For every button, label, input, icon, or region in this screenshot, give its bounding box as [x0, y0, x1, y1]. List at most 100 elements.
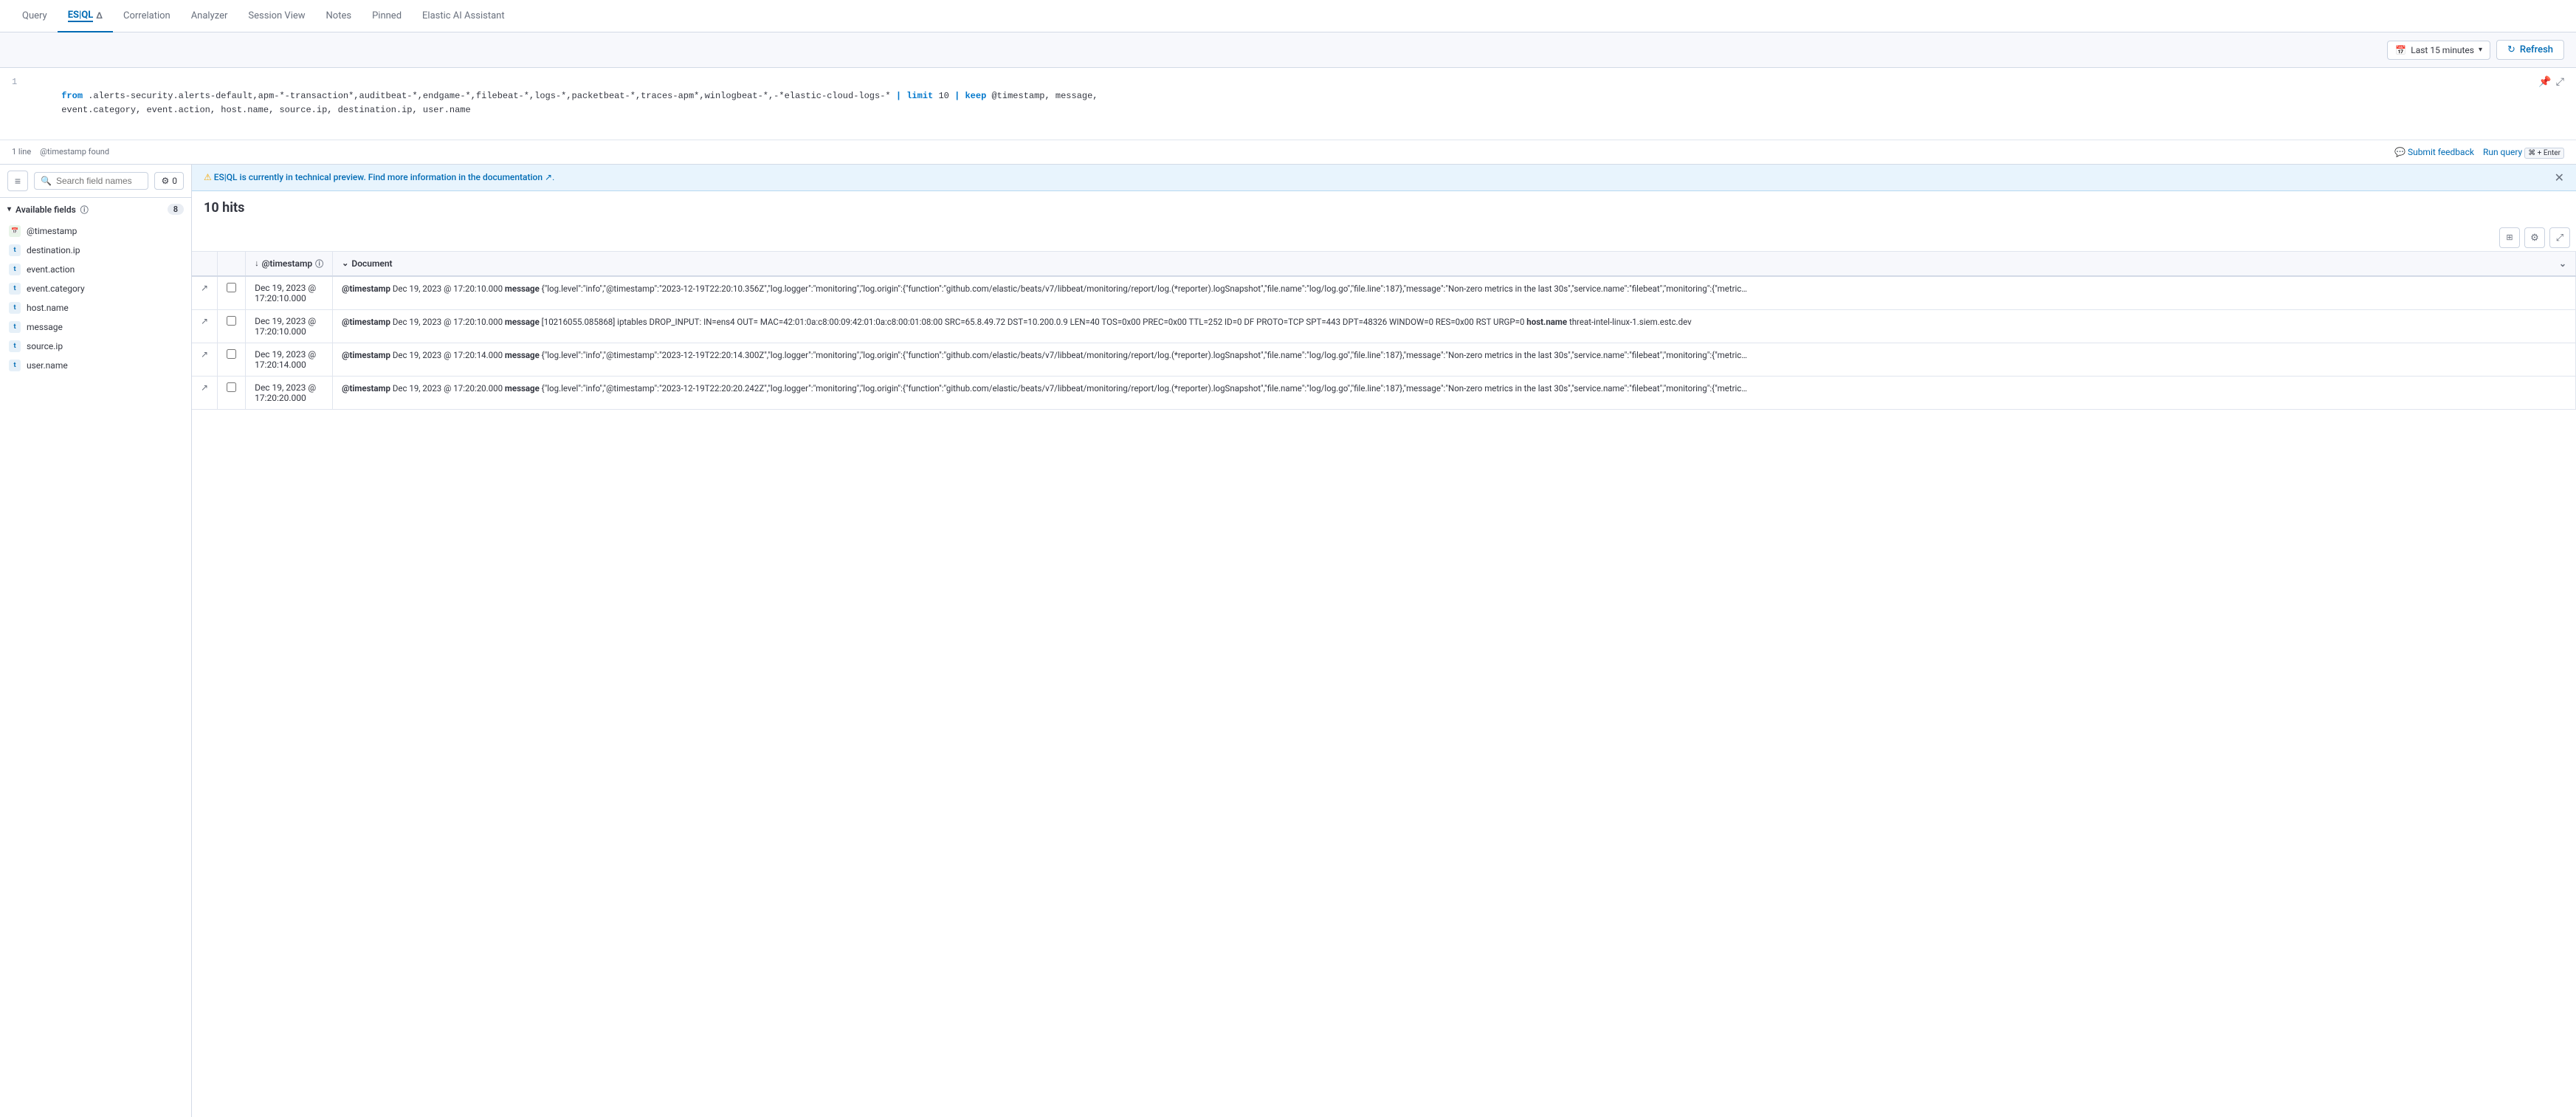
field-name-timestamp: @timestamp	[27, 226, 77, 236]
filter-count: 0	[172, 176, 177, 186]
field-name-user-name: user.name	[27, 360, 68, 371]
document-content: @timestamp Dec 19, 2023 @ 17:20:14.000 m…	[342, 349, 2566, 362]
field-item-timestamp[interactable]: 📅 @timestamp	[0, 221, 191, 241]
results-table: ↓ @timestamp ⓘ ⌄ Document ⌄	[192, 252, 2576, 410]
field-item-source-ip[interactable]: t source.ip	[0, 337, 191, 356]
external-link-icon[interactable]: ↗	[545, 172, 552, 182]
timestamp-value: Dec 19, 2023 @17:20:20.000	[255, 382, 316, 403]
field-name-source-ip: source.ip	[27, 341, 63, 351]
document-col-label: Document	[351, 258, 392, 269]
th-collapse-button[interactable]: ⌄	[2559, 258, 2566, 269]
expand-row-button[interactable]: ↗	[201, 316, 208, 326]
field-name-event-category: event.category	[27, 283, 85, 294]
field-item-event-action[interactable]: t event.action	[0, 260, 191, 279]
refresh-button[interactable]: ↻ Refresh	[2496, 40, 2564, 60]
doc-message-label: message	[505, 317, 540, 327]
filter-button[interactable]: ⚙ 0	[154, 172, 184, 190]
search-field-box[interactable]: 🔍	[34, 172, 148, 190]
top-navigation: Query ES|QL Δ Correlation Analyzer Sessi…	[0, 0, 2576, 32]
table-row: ↗ Dec 19, 2023 @17:20:20.000 @timestamp …	[192, 376, 2576, 409]
results-toolbar: ⊞ ⚙ ⤢	[192, 224, 2576, 252]
expand-row-button[interactable]: ↗	[201, 382, 208, 393]
column-picker-button[interactable]: ⊞	[2499, 227, 2520, 248]
table-row: ↗ Dec 19, 2023 @17:20:14.000 @timestamp …	[192, 343, 2576, 376]
row-checkbox[interactable]	[227, 349, 236, 359]
expand-button[interactable]: ⤢	[2556, 75, 2564, 88]
search-field-input[interactable]	[56, 176, 142, 186]
info-icon: ⓘ	[315, 258, 323, 269]
query-area: 1 from .alerts-security.alerts-default,a…	[0, 68, 2576, 165]
run-query-button[interactable]: Run query ⌘ + Enter	[2483, 147, 2564, 157]
limit-val: 10	[938, 91, 948, 101]
results-pane: ⚠ ES|QL is currently in technical previe…	[192, 165, 2576, 1117]
tab-analyzer[interactable]: Analyzer	[181, 0, 238, 32]
line-number: 1	[12, 75, 21, 87]
field-type-t-icon: t	[9, 360, 21, 371]
td-expand: ↗	[192, 343, 218, 376]
td-timestamp: Dec 19, 2023 @17:20:20.000	[246, 376, 333, 409]
close-banner-button[interactable]: ✕	[2555, 171, 2564, 185]
field-type-t-icon: t	[9, 283, 21, 295]
row-checkbox[interactable]	[227, 382, 236, 392]
field-item-event-category[interactable]: t event.category	[0, 279, 191, 298]
tab-session-view[interactable]: Session View	[238, 0, 315, 32]
td-timestamp: Dec 19, 2023 @17:20:10.000	[246, 276, 333, 310]
timestamp-value: Dec 19, 2023 @17:20:14.000	[255, 349, 316, 370]
query-editor[interactable]: 1 from .alerts-security.alerts-default,a…	[0, 68, 2576, 140]
field-item-host-name[interactable]: t host.name	[0, 298, 191, 317]
field-item-destination-ip[interactable]: t destination.ip	[0, 241, 191, 260]
main-content: ≡ 🔍 ⚙ 0 ▾ Available fields ⓘ 8 📅 @timest…	[0, 165, 2576, 1117]
th-timestamp[interactable]: ↓ @timestamp ⓘ	[246, 252, 333, 276]
available-fields-count: 8	[168, 204, 184, 215]
query-sources: .alerts-security.alerts-default,apm-*-tr…	[88, 91, 890, 101]
field-type-t-icon: t	[9, 302, 21, 314]
td-document: @timestamp Dec 19, 2023 @ 17:20:14.000 m…	[333, 343, 2576, 376]
query-text[interactable]: from .alerts-security.alerts-default,apm…	[30, 75, 2538, 132]
doc-message-label: message	[505, 350, 540, 360]
available-fields-toggle[interactable]: ▾ Available fields ⓘ	[7, 204, 89, 216]
field-name-message: message	[27, 322, 63, 332]
fullscreen-button[interactable]: ⤢	[2549, 227, 2570, 248]
row-checkbox[interactable]	[227, 316, 236, 326]
collapse-icon: ⌄	[342, 258, 348, 268]
filter-icon: ⚙	[161, 176, 169, 186]
tab-notes[interactable]: Notes	[316, 0, 362, 32]
keep-keyword: keep	[965, 91, 986, 101]
row-checkbox[interactable]	[227, 283, 236, 292]
th-document[interactable]: ⌄ Document ⌄	[333, 252, 2576, 276]
doc-timestamp-label: @timestamp	[342, 383, 390, 393]
tab-esql[interactable]: ES|QL Δ	[58, 0, 113, 32]
table-row: ↗ Dec 19, 2023 @17:20:10.000 @timestamp …	[192, 276, 2576, 310]
td-expand: ↗	[192, 309, 218, 343]
time-picker[interactable]: 📅 Last 15 minutes ▾	[2387, 41, 2490, 60]
doc-timestamp-label: @timestamp	[342, 350, 390, 360]
chevron-down-icon: ▾	[7, 205, 11, 213]
timestamp-col-label: @timestamp	[262, 258, 313, 269]
tab-correlation[interactable]: Correlation	[113, 0, 181, 32]
td-check	[218, 276, 246, 310]
tab-query[interactable]: Query	[12, 0, 58, 32]
settings-button[interactable]: ⚙	[2524, 227, 2545, 248]
document-content: @timestamp Dec 19, 2023 @ 17:20:20.000 m…	[342, 382, 2566, 395]
pipe1: |	[896, 91, 901, 101]
tab-pinned[interactable]: Pinned	[362, 0, 412, 32]
limit-keyword: limit	[906, 91, 933, 101]
field-item-message[interactable]: t message	[0, 317, 191, 337]
td-document: @timestamp Dec 19, 2023 @ 17:20:10.000 m…	[333, 276, 2576, 310]
doc-timestamp-label: @timestamp	[342, 283, 390, 294]
tab-elastic-ai[interactable]: Elastic AI Assistant	[412, 0, 515, 32]
sort-arrow-icon: ↓	[255, 258, 259, 268]
expand-row-button[interactable]: ↗	[201, 283, 208, 293]
pin-button[interactable]: 📌	[2538, 75, 2551, 88]
field-type-t-icon: t	[9, 244, 21, 256]
main-toolbar: 📅 Last 15 minutes ▾ ↻ Refresh	[0, 32, 2576, 68]
sidebar-toggle-button[interactable]: ≡	[7, 171, 28, 191]
field-item-user-name[interactable]: t user.name	[0, 356, 191, 375]
expand-row-button[interactable]: ↗	[201, 349, 208, 360]
field-name-destination-ip: destination.ip	[27, 245, 80, 255]
document-content: @timestamp Dec 19, 2023 @ 17:20:10.000 m…	[342, 283, 2566, 295]
refresh-icon: ↻	[2507, 44, 2515, 55]
field-type-t-icon: t	[9, 264, 21, 275]
time-range-label: Last 15 minutes	[2411, 45, 2474, 55]
submit-feedback-link[interactable]: 💬 Submit feedback	[2394, 147, 2474, 157]
